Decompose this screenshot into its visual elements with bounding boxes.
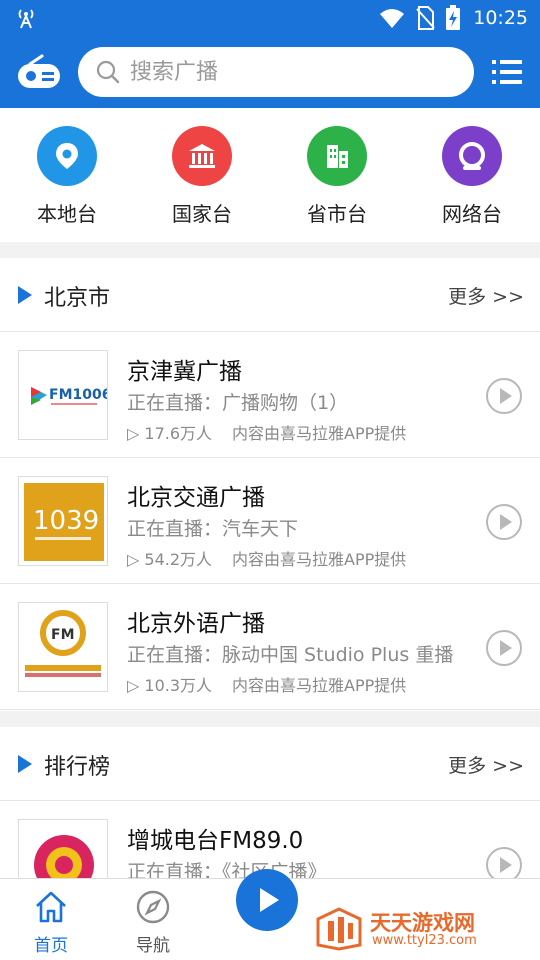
station-title: 京津冀广播 (127, 359, 242, 385)
more-link[interactable]: 更多 >> (448, 751, 524, 778)
category-bar: 本地台 国家台 省市台 网络台 (0, 108, 540, 242)
category-label: 省市台 (307, 202, 367, 226)
wifi-icon (380, 9, 405, 28)
more-link[interactable]: 更多 >> (448, 282, 524, 309)
section-title: 北京市 (44, 286, 111, 311)
radio-icon[interactable] (16, 54, 62, 90)
triangle-icon (18, 755, 32, 773)
content-source: 内容由喜马拉雅APP提供 (232, 424, 407, 443)
station-title: 北京交通广播 (127, 485, 265, 511)
app-header: 10:25 (0, 0, 540, 108)
station-live: 正在直播：广播购物（1） (127, 392, 349, 414)
station-logo: FM (18, 602, 108, 692)
nav-discover[interactable]: 导航 (118, 889, 188, 956)
category-national[interactable]: 国家台 (152, 126, 252, 227)
listener-count: ▷ 54.2万人 (127, 550, 213, 569)
play-icon[interactable] (486, 630, 522, 666)
logo-text: FM1006 (49, 387, 108, 403)
bottom-nav: 首页 导航 天天游戏网 www.ttyl23.com (0, 869, 540, 960)
category-label: 国家台 (172, 202, 232, 226)
play-icon[interactable] (236, 869, 298, 931)
logo-text: FM (51, 627, 75, 643)
category-label: 网络台 (442, 202, 502, 226)
watermark-logo-icon (316, 907, 362, 951)
section-title: 排行榜 (44, 755, 111, 780)
category-provincial[interactable]: 省市台 (287, 126, 387, 227)
ranking-section: 排行榜 更多 >> 增城电台FM89.0 正在直播：《社区广播》 (0, 727, 540, 927)
local-section: 北京市 更多 >> FM1006 京津冀广播 正在直播：广播购物（1） ▷ 17… (0, 258, 540, 711)
menu-icon[interactable] (490, 58, 524, 86)
nav-label: 首页 (34, 936, 68, 956)
search-input[interactable] (130, 59, 450, 85)
globe-q-icon (442, 126, 502, 186)
status-bar: 10:25 (0, 0, 540, 36)
station-logo: 1039 (18, 476, 108, 566)
listener-count: ▷ 10.3万人 (127, 676, 213, 695)
station-logo: FM1006 (18, 350, 108, 440)
no-sim-icon (416, 6, 435, 30)
category-network[interactable]: 网络台 (422, 126, 522, 227)
station-title: 北京外语广播 (127, 611, 265, 637)
home-icon (36, 891, 66, 923)
watermark: 天天游戏网 www.ttyl23.com (314, 903, 524, 953)
battery-icon (446, 5, 461, 30)
station-meta: ▷ 54.2万人 内容由喜马拉雅APP提供 (127, 546, 406, 570)
app-screen: 10:25 搜索广播 本地台 国家台 省市台 网络台 北京市 更多 >> FM1… (0, 0, 540, 960)
station-live: 正在直播：汽车天下 (127, 518, 299, 540)
search-box[interactable] (78, 47, 474, 97)
status-time: 10:25 (473, 7, 528, 29)
section-header: 北京市 更多 >> (0, 258, 540, 332)
station-item[interactable]: 1039 北京交通广播 正在直播：汽车天下 ▷ 54.2万人 内容由喜马拉雅APP… (0, 458, 540, 584)
play-icon[interactable] (486, 504, 522, 540)
compass-icon (136, 890, 170, 924)
watermark-url: www.ttyl23.com (372, 933, 477, 948)
content-source: 内容由喜马拉雅APP提供 (232, 676, 407, 695)
category-local[interactable]: 本地台 (17, 126, 117, 227)
station-title: 增城电台FM89.0 (127, 828, 304, 854)
station-item[interactable]: FM1006 京津冀广播 正在直播：广播购物（1） ▷ 17.6万人 内容由喜马拉… (0, 332, 540, 458)
logo-text: 1039 (33, 506, 99, 536)
nav-home[interactable]: 首页 (16, 889, 86, 956)
search-icon (96, 60, 120, 84)
triangle-icon (18, 286, 32, 304)
content-source: 内容由喜马拉雅APP提供 (232, 550, 407, 569)
station-meta: ▷ 17.6万人 内容由喜马拉雅APP提供 (127, 420, 406, 444)
listener-count: ▷ 17.6万人 (127, 424, 213, 443)
bank-icon (172, 126, 232, 186)
location-pin-icon (37, 126, 97, 186)
category-label: 本地台 (37, 202, 97, 226)
nav-label: 导航 (136, 936, 170, 956)
section-header: 排行榜 更多 >> (0, 727, 540, 801)
antenna-icon (14, 6, 38, 34)
station-meta: ▷ 10.3万人 内容由喜马拉雅APP提供 (127, 672, 406, 696)
station-item[interactable]: FM 北京外语广播 正在直播：脉动中国 Studio Plus 重播 ▷ 10.… (0, 584, 540, 710)
station-live: 正在直播：脉动中国 Studio Plus 重播 (127, 644, 454, 666)
building-icon (307, 126, 367, 186)
play-icon[interactable] (486, 378, 522, 414)
top-bar (0, 44, 540, 100)
